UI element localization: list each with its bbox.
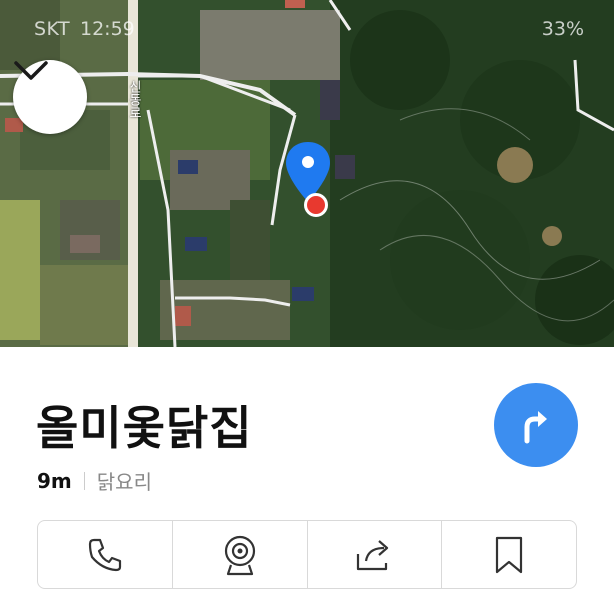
action-bar	[37, 520, 577, 589]
battery-level: 33%	[541, 18, 584, 40]
current-location-marker	[304, 193, 328, 217]
chevron-down-icon	[14, 61, 48, 80]
share-button[interactable]	[308, 521, 443, 588]
status-bar: SKT 12:59 33%	[0, 18, 614, 46]
call-button[interactable]	[38, 521, 173, 588]
bookmark-icon	[496, 536, 523, 573]
divider	[83, 471, 85, 490]
carrier-label: SKT	[34, 18, 71, 40]
directions-button[interactable]	[494, 383, 578, 467]
save-button[interactable]	[442, 521, 576, 588]
turn-right-arrow-icon	[524, 411, 547, 444]
road-name-label: 신동로	[126, 80, 141, 119]
distance-label: 9m	[37, 468, 72, 493]
place-meta: 9m 닭요리	[37, 466, 152, 495]
share-icon	[357, 539, 389, 570]
category-label: 닭요리	[96, 470, 152, 494]
clock: 12:59	[80, 18, 135, 40]
map-view[interactable]: SKT 12:59 33% 신동로	[0, 0, 614, 347]
street-view-button[interactable]	[173, 521, 308, 588]
collapse-button[interactable]	[13, 60, 87, 134]
camera-icon	[224, 535, 255, 575]
place-name: 올미옻닭집	[36, 401, 253, 455]
phone-icon	[88, 538, 121, 571]
